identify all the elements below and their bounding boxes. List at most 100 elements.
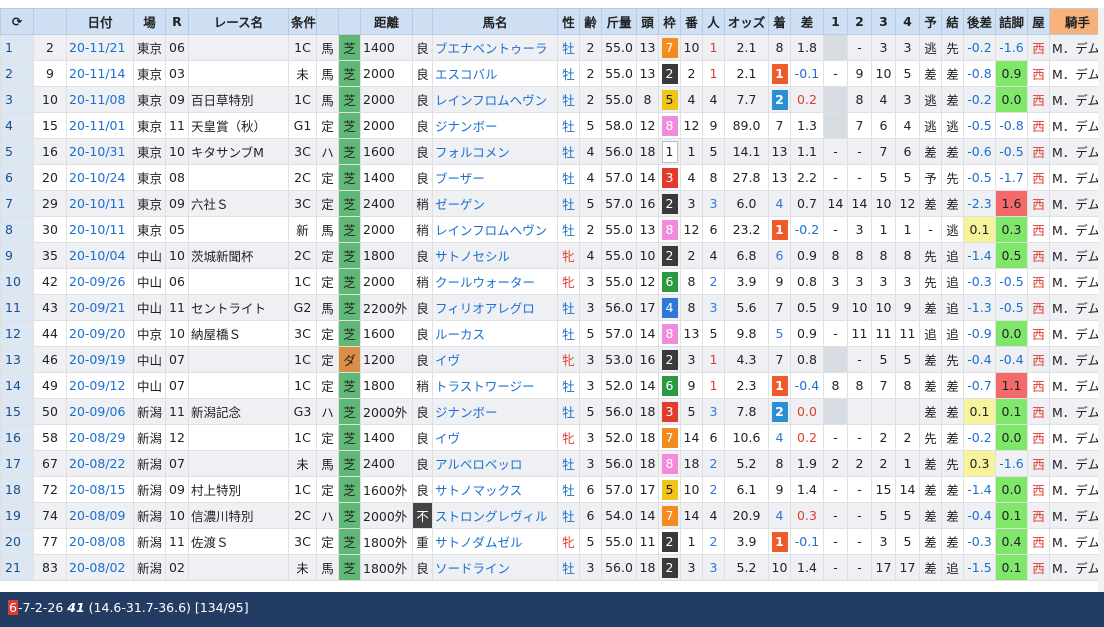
col-header-weight-type[interactable] — [316, 8, 339, 35]
cell-horse-name[interactable]: ジナンボー — [432, 398, 558, 425]
table-row[interactable]: 17 67 20-08/22 新潟 07 未馬芝 2400 良アルベロベッロ牡 3 56.0 18 8… — [0, 450, 1104, 477]
cell-jockey[interactable]: M．デム — [1049, 60, 1104, 87]
cell-race-date[interactable]: 20-11/14 — [66, 60, 134, 87]
cell-horse-name[interactable]: ジナンボー — [432, 112, 558, 139]
cell-horse-name[interactable]: サトノダムゼル — [432, 528, 558, 555]
cell-horse-name[interactable]: アルベロベッロ — [432, 450, 558, 477]
cell-race-date[interactable]: 20-09/19 — [66, 346, 134, 373]
cell-jockey[interactable]: M．デム — [1049, 242, 1104, 269]
cell-race-date[interactable]: 20-10/31 — [66, 138, 134, 165]
col-header-stable[interactable]: 屋 — [1027, 8, 1050, 35]
col-header-number[interactable]: 番 — [680, 8, 703, 35]
cell-race-date[interactable]: 20-11/21 — [66, 34, 134, 61]
col-header-distance[interactable]: 距離 — [360, 8, 413, 35]
cell-race-date[interactable]: 20-09/26 — [66, 268, 134, 295]
table-row[interactable]: 6 20 20-10/24 東京 08 2C 定芝 1400 良ブーザー牡 4 57.0 14 3 4 8 2… — [0, 164, 1104, 191]
cell-jockey[interactable]: M．デム — [1049, 112, 1104, 139]
col-header-age[interactable]: 齢 — [579, 8, 602, 35]
col-header-condition[interactable]: 条件 — [288, 8, 317, 35]
table-row[interactable]: 10 42 20-09/26 中山 06 1C 定芝 2000 稍クールウォーター牝 3 55.0 1… — [0, 268, 1104, 295]
cell-race-date[interactable]: 20-10/24 — [66, 164, 134, 191]
cell-horse-name[interactable]: サトノマックス — [432, 476, 558, 503]
table-row[interactable]: 4 15 20-11/01 東京 11 天皇賞（秋） G1 定芝 2000 良ジナンボー牡 5 58.… — [0, 112, 1104, 139]
table-row[interactable]: 3 10 20-11/08 東京 09 百日草特別 1C 馬芝 2000 良レインフロムヘヴン牡 2… — [0, 86, 1104, 113]
table-row[interactable]: 7 29 20-10/11 東京 09 六社Ｓ 3C 定芝 2400 稍ゼーゲン牡 5 57.0 16 2… — [0, 190, 1104, 217]
cell-race-date[interactable]: 20-10/11 — [66, 216, 134, 243]
table-row[interactable]: 5 16 20-10/31 東京 10 キタサンブM 3C ハ芝 1600 良フォルコメン牡 4 56… — [0, 138, 1104, 165]
cell-jockey[interactable]: M．デム — [1049, 476, 1104, 503]
cell-horse-name[interactable]: クールウォーター — [432, 268, 558, 295]
cell-horse-name[interactable]: ブエナベントゥーラ — [432, 34, 558, 61]
cell-horse-name[interactable]: レインフロムヘヴン — [432, 216, 558, 243]
col-header-date[interactable]: 日付 — [66, 8, 134, 35]
col-header-jockey[interactable]: 騎手 — [1049, 8, 1104, 35]
col-header-sex[interactable]: 性 — [557, 8, 580, 35]
cell-horse-name[interactable]: ゼーゲン — [432, 190, 558, 217]
cell-jockey[interactable]: M．デム — [1049, 216, 1104, 243]
col-header-corner4[interactable]: 4 — [895, 8, 920, 35]
cell-jockey[interactable]: M．デム — [1049, 34, 1104, 61]
cell-race-date[interactable]: 20-09/21 — [66, 294, 134, 321]
cell-race-date[interactable]: 20-11/08 — [66, 86, 134, 113]
cell-race-date[interactable]: 20-09/20 — [66, 320, 134, 347]
col-header-race-name[interactable]: レース名 — [188, 8, 289, 35]
col-header-index[interactable] — [33, 8, 67, 35]
cell-jockey[interactable]: M．デム — [1049, 398, 1104, 425]
table-row[interactable]: 12 44 20-09/20 中京 10 納屋橋Ｓ 3C 定芝 1600 良ルーカス牡 5 57.0 1… — [0, 320, 1104, 347]
cell-race-date[interactable]: 20-09/06 — [66, 398, 134, 425]
cell-jockey[interactable]: M．デム — [1049, 268, 1104, 295]
cell-horse-name[interactable]: トラストワージー — [432, 372, 558, 399]
cell-jockey[interactable]: M．デム — [1049, 528, 1104, 555]
col-header-corner3[interactable]: 3 — [871, 8, 896, 35]
col-header-prediction[interactable]: 予 — [919, 8, 942, 35]
cell-horse-name[interactable]: イヴ — [432, 346, 558, 373]
cell-race-date[interactable]: 20-08/22 — [66, 450, 134, 477]
cell-horse-name[interactable]: ブーザー — [432, 164, 558, 191]
cell-race-date[interactable]: 20-08/09 — [66, 502, 134, 529]
table-row[interactable]: 2 9 20-11/14 東京 03 未馬芝 2000 良エスコバル牡 2 55.0 13 2 2 1 2.… — [0, 60, 1104, 87]
cell-horse-name[interactable]: フィリオアレグロ — [432, 294, 558, 321]
cell-jockey[interactable]: M．デム — [1049, 320, 1104, 347]
col-header-corner1[interactable]: 1 — [823, 8, 848, 35]
col-header-corner2[interactable]: 2 — [847, 8, 872, 35]
col-header-late-diff[interactable]: 後差 — [963, 8, 996, 35]
cell-race-date[interactable]: 20-09/12 — [66, 372, 134, 399]
col-header-closing[interactable]: 詰脚 — [995, 8, 1028, 35]
col-header-result[interactable]: 結 — [941, 8, 964, 35]
cell-jockey[interactable]: M．デム — [1049, 554, 1104, 581]
col-header-going[interactable] — [412, 8, 433, 35]
cell-jockey[interactable]: M．デム — [1049, 346, 1104, 373]
cell-horse-name[interactable]: サトノセシル — [432, 242, 558, 269]
col-header-course[interactable]: 場 — [133, 8, 166, 35]
cell-race-date[interactable]: 20-08/29 — [66, 424, 134, 451]
table-row[interactable]: 1 2 20-11/21 東京 06 1C 馬芝 1400 良ブエナベントゥーラ牡 2 55.0 13… — [0, 34, 1104, 61]
col-header-odds[interactable]: オッズ — [724, 8, 769, 35]
table-row[interactable]: 14 49 20-09/12 中山 07 1C 定芝 1800 稍トラストワージー牡 3 52.0 1… — [0, 372, 1104, 399]
cell-horse-name[interactable]: レインフロムヘヴン — [432, 86, 558, 113]
table-row[interactable]: 9 35 20-10/04 中山 10 茨城新聞杯 2C 定芝 1800 良サトノセシル牝 4 55.… — [0, 242, 1104, 269]
cell-jockey[interactable]: M．デム — [1049, 450, 1104, 477]
cell-race-date[interactable]: 20-08/02 — [66, 554, 134, 581]
cell-jockey[interactable]: M．デム — [1049, 372, 1104, 399]
table-row[interactable]: 19 74 20-08/09 新潟 10 信濃川特別 2C ハ芝 2000外不ストロングレヴィル… — [0, 502, 1104, 529]
table-row[interactable]: 18 72 20-08/15 新潟 09 村上特別 1C 定芝 1600外良サトノマックス牡 6 5… — [0, 476, 1104, 503]
cell-jockey[interactable]: M．デム — [1049, 190, 1104, 217]
cell-horse-name[interactable]: フォルコメン — [432, 138, 558, 165]
cell-race-date[interactable]: 20-08/08 — [66, 528, 134, 555]
table-row[interactable]: 16 58 20-08/29 新潟 12 1C 定芝 1400 良イヴ牝 3 52.0 18 7 14 6 1… — [0, 424, 1104, 451]
cell-jockey[interactable]: M．デム — [1049, 164, 1104, 191]
col-header-finish[interactable]: 着 — [768, 8, 791, 35]
col-header-surface[interactable] — [338, 8, 361, 35]
col-header-race[interactable]: R — [165, 8, 189, 35]
col-header-weight[interactable]: 斤量 — [601, 8, 637, 35]
table-row[interactable]: 15 50 20-09/06 新潟 11 新潟記念 G3 ハ芝 2000外良ジナンボー牡 5 56.… — [0, 398, 1104, 425]
cell-horse-name[interactable]: イヴ — [432, 424, 558, 451]
cell-jockey[interactable]: M．デム — [1049, 424, 1104, 451]
cell-horse-name[interactable]: ルーカス — [432, 320, 558, 347]
table-row[interactable]: 20 77 20-08/08 新潟 11 佐渡Ｓ 3C 定芝 1800外重サトノダムゼル牝 5 55… — [0, 528, 1104, 555]
cell-race-date[interactable]: 20-11/01 — [66, 112, 134, 139]
cell-race-date[interactable]: 20-10/04 — [66, 242, 134, 269]
cell-jockey[interactable]: M．デム — [1049, 138, 1104, 165]
cell-jockey[interactable]: M．デム — [1049, 86, 1104, 113]
cell-jockey[interactable]: M．デム — [1049, 294, 1104, 321]
